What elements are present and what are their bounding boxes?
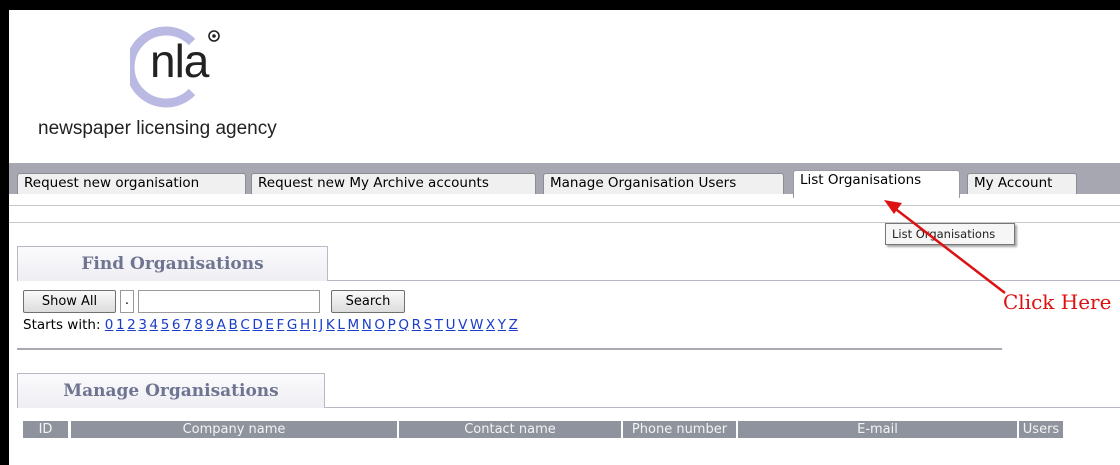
column-header-email[interactable]: E-mail [738, 421, 1017, 438]
letter-link[interactable]: 7 [183, 317, 192, 333]
tab-list-organisations[interactable]: List Organisations [793, 170, 960, 198]
logo-tagline: newspaper licensing agency [38, 118, 277, 139]
tab-request-new-organisation[interactable]: Request new organisation [17, 173, 246, 194]
letter-link[interactable]: C [240, 317, 249, 333]
tab-bar: Request new organisation Request new My … [9, 163, 1120, 198]
letter-link[interactable]: H [300, 317, 310, 333]
letter-link[interactable]: I [313, 317, 317, 333]
letter-link[interactable]: K [326, 317, 335, 333]
letter-link[interactable]: A [217, 317, 226, 333]
letter-link[interactable]: T [435, 317, 443, 333]
letter-link[interactable]: E [265, 317, 274, 333]
column-header-id[interactable]: ID [23, 421, 68, 438]
letter-link[interactable]: B [229, 317, 238, 333]
tab-my-account[interactable]: My Account [967, 173, 1077, 194]
letter-link[interactable]: 9 [205, 317, 214, 333]
letter-link[interactable]: Q [398, 317, 409, 333]
tab-request-new-my-archive-accounts[interactable]: Request new My Archive accounts [251, 173, 536, 194]
divider [328, 280, 1120, 281]
column-header-contact-name[interactable]: Contact name [399, 421, 621, 438]
window-frame-top [0, 0, 1120, 10]
column-header-phone-number[interactable]: Phone number [623, 421, 736, 438]
divider [17, 348, 1002, 350]
letter-link[interactable]: O [374, 317, 385, 333]
divider [9, 205, 1120, 206]
letter-link[interactable]: Z [509, 317, 518, 333]
letter-link[interactable]: P [388, 317, 396, 333]
letter-link[interactable]: 6 [172, 317, 181, 333]
letter-link[interactable]: F [277, 317, 285, 333]
letter-link[interactable]: 2 [127, 317, 136, 333]
letter-link[interactable]: X [486, 317, 495, 333]
letter-link[interactable]: S [424, 317, 433, 333]
letter-link[interactable]: 0 [105, 317, 114, 333]
letter-link[interactable]: J [319, 317, 323, 333]
letter-link[interactable]: M [347, 317, 359, 333]
tooltip: List Organisations [885, 223, 1015, 245]
letter-link[interactable]: 4 [150, 317, 159, 333]
letter-link[interactable]: 8 [194, 317, 203, 333]
letter-links: 0123456789ABCDEFGHIJKLMNOPQRSTUVWXYZ [105, 317, 521, 333]
letter-link[interactable]: 5 [161, 317, 170, 333]
letter-link[interactable]: Y [498, 317, 506, 333]
letter-link[interactable]: V [458, 317, 467, 333]
click-here-annotation: Click Here [1003, 290, 1112, 314]
show-all-button[interactable]: Show All [23, 290, 116, 313]
manage-organisations-heading: Manage Organisations [17, 373, 325, 408]
letter-link[interactable]: L [337, 317, 345, 333]
find-organisations-heading: Find Organisations [17, 246, 328, 281]
letter-link[interactable]: W [470, 317, 483, 333]
starts-with-label: Starts with: [23, 317, 101, 333]
column-header-users[interactable]: Users [1019, 421, 1063, 438]
letter-link[interactable]: G [287, 317, 297, 333]
starts-with-filter: Starts with: 0123456789ABCDEFGHIJKLMNOPQ… [23, 316, 520, 334]
letter-link[interactable]: 1 [116, 317, 125, 333]
letter-link[interactable]: D [252, 317, 262, 333]
letter-link[interactable]: R [412, 317, 421, 333]
logo-text: nla [150, 35, 209, 87]
separator-field: . [120, 290, 134, 313]
search-button[interactable]: Search [331, 290, 405, 313]
letter-link[interactable]: N [362, 317, 372, 333]
divider [325, 407, 1120, 408]
tab-manage-organisation-users[interactable]: Manage Organisation Users [543, 173, 784, 194]
column-header-company-name[interactable]: Company name [71, 421, 397, 438]
letter-link[interactable]: U [446, 317, 456, 333]
search-input[interactable] [138, 290, 320, 313]
letter-link[interactable]: 3 [138, 317, 147, 333]
window-frame-left [0, 0, 9, 465]
